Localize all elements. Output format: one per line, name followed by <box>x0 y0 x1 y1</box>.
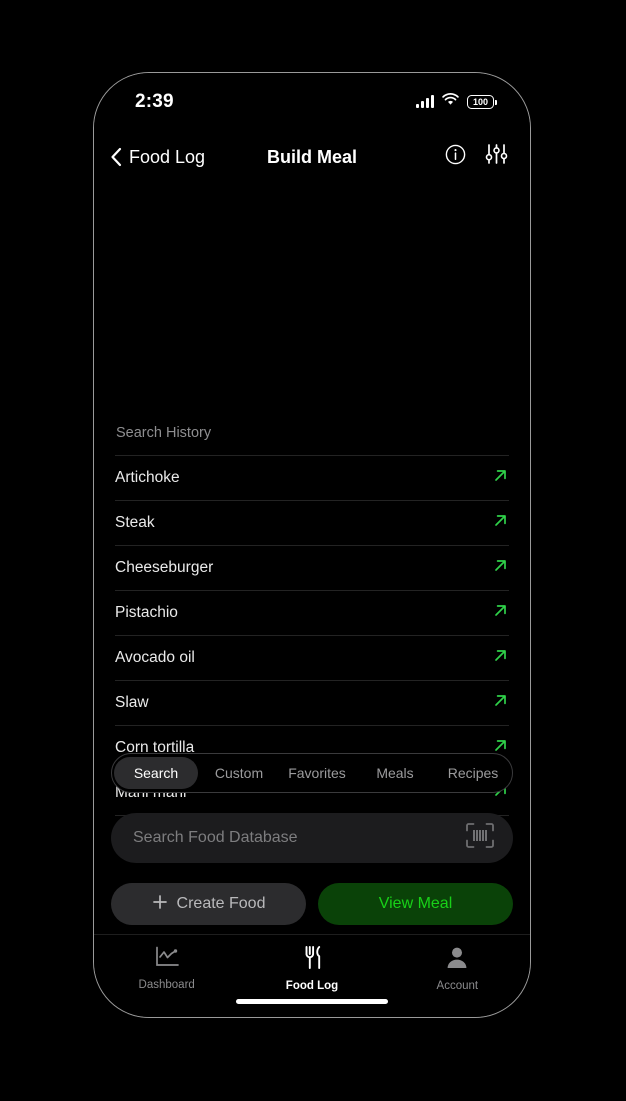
status-bar: 2:39 100 <box>94 73 530 131</box>
tab-label: Food Log <box>285 980 339 992</box>
phone-screen: 2:39 100 Food Log Build Meal Search Hist… <box>94 73 530 1017</box>
search-history-row[interactable]: Cheeseburger <box>115 545 509 590</box>
search-bar[interactable] <box>111 813 513 863</box>
search-history-row[interactable]: Pistachio <box>115 590 509 635</box>
action-buttons: Create Food View Meal <box>111 883 513 925</box>
create-food-label: Create Food <box>176 895 266 912</box>
arrow-up-right-icon[interactable] <box>492 647 509 669</box>
main-content: Search History Artichoke Steak Cheeseburge… <box>94 183 530 1017</box>
arrow-up-right-icon[interactable] <box>492 602 509 624</box>
barcode-scan-icon[interactable] <box>465 822 495 854</box>
chevron-left-icon <box>110 147 122 167</box>
tab-label: Dashboard <box>138 979 195 991</box>
plus-icon <box>152 894 168 915</box>
search-history-item-label: Slaw <box>115 694 149 711</box>
cellular-signal-icon <box>416 95 434 108</box>
tab-account[interactable]: Account <box>385 946 530 992</box>
screenshot-root: 2:39 100 Food Log Build Meal Search Hist… <box>0 0 626 1101</box>
person-icon <box>445 946 469 974</box>
arrow-up-right-icon[interactable] <box>492 512 509 534</box>
search-history-row[interactable]: Avocado oil <box>115 635 509 680</box>
back-button[interactable]: Food Log <box>110 147 205 168</box>
search-input[interactable] <box>133 829 465 847</box>
home-indicator <box>236 999 388 1004</box>
search-history-item-label: Pistachio <box>115 604 178 621</box>
source-segmented-control[interactable]: Search Custom Favorites Meals Recipes <box>111 753 513 793</box>
segment-favorites[interactable]: Favorites <box>280 757 354 789</box>
search-history-title: Search History <box>116 425 212 441</box>
create-food-button[interactable]: Create Food <box>111 883 306 925</box>
segment-meals[interactable]: Meals <box>358 757 432 789</box>
info-circle-icon[interactable] <box>445 144 466 170</box>
tab-label: Account <box>436 980 479 992</box>
sliders-icon[interactable] <box>485 144 508 170</box>
search-history-row[interactable]: Artichoke <box>115 455 509 500</box>
search-history-item-label: Cheeseburger <box>115 559 214 576</box>
fork-knife-icon <box>300 946 324 974</box>
status-bar-clock: 2:39 <box>135 91 174 112</box>
search-history-row[interactable]: Steak <box>115 500 509 545</box>
view-meal-button[interactable]: View Meal <box>318 883 513 925</box>
arrow-up-right-icon[interactable] <box>492 467 509 489</box>
segment-search[interactable]: Search <box>114 757 198 789</box>
arrow-up-right-icon[interactable] <box>492 557 509 579</box>
search-history-row[interactable]: Slaw <box>115 680 509 725</box>
arrow-up-right-icon[interactable] <box>492 692 509 714</box>
tab-dashboard[interactable]: Dashboard <box>94 946 239 991</box>
segment-custom[interactable]: Custom <box>202 757 276 789</box>
search-history-item-label: Artichoke <box>115 469 180 486</box>
wifi-icon <box>442 93 459 111</box>
chart-line-icon <box>154 946 180 973</box>
search-history-item-label: Avocado oil <box>115 649 195 666</box>
back-button-label: Food Log <box>129 146 206 167</box>
status-bar-icons: 100 <box>416 93 497 111</box>
battery-icon: 100 <box>467 95 497 109</box>
phone-frame: 2:39 100 Food Log Build Meal Search Hist… <box>93 72 531 1018</box>
search-history-list: Artichoke Steak Cheeseburger Pistachio Avoca… <box>94 455 530 860</box>
search-history-item-label: Steak <box>115 514 155 531</box>
battery-level-label: 100 <box>472 96 489 107</box>
tab-food-log[interactable]: Food Log <box>239 946 384 992</box>
navigation-bar: Food Log Build Meal <box>94 131 530 183</box>
segment-recipes[interactable]: Recipes <box>436 757 510 789</box>
nav-actions <box>445 144 508 170</box>
search-history-section: Search History Artichoke Steak Cheeseburge… <box>94 425 530 861</box>
bottom-tab-bar: Dashboard Food Log Account <box>94 934 530 1017</box>
